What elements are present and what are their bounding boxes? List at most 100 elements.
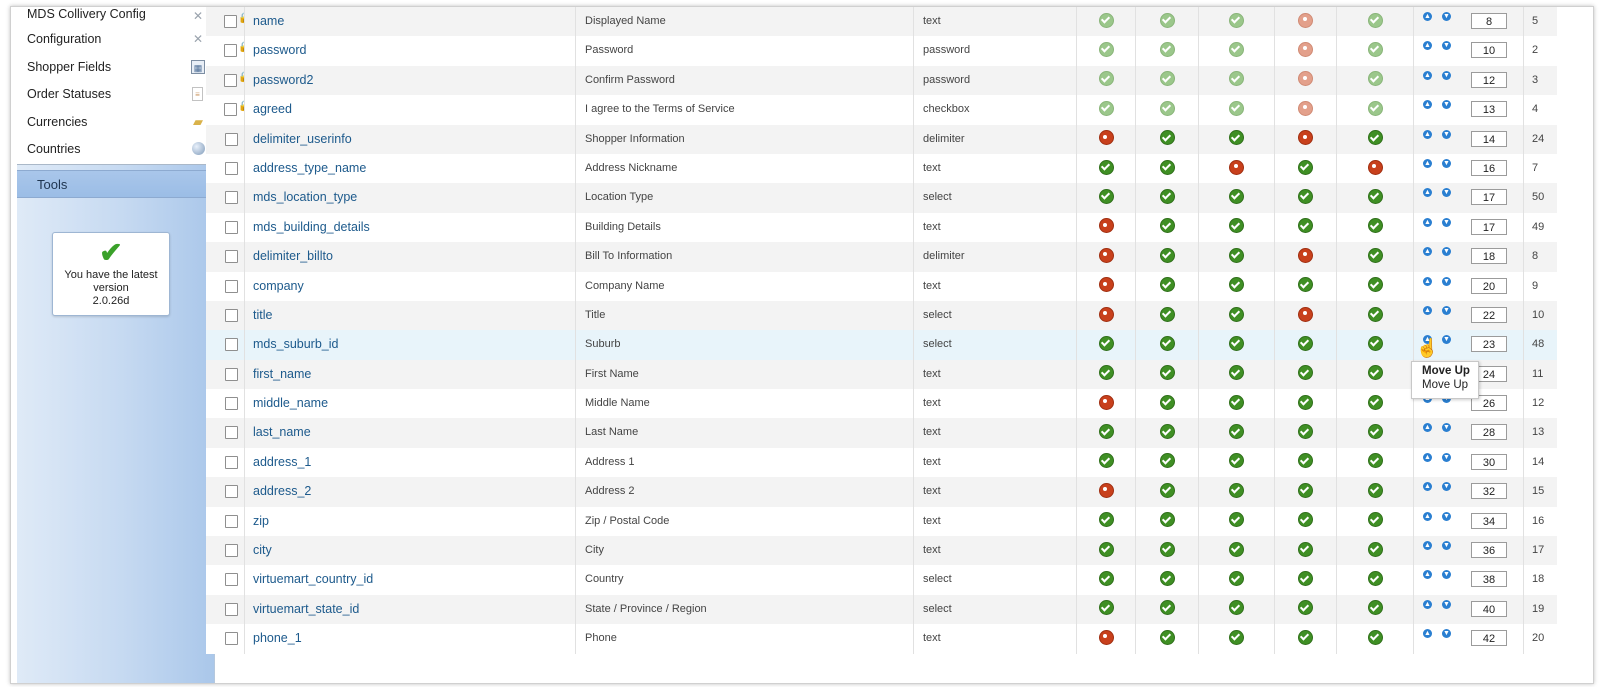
field-name-link[interactable]: delimiter_userinfo [245,124,576,154]
row-checkbox[interactable] [225,367,238,381]
row-checkbox[interactable] [225,573,238,587]
move-up-icon[interactable]: ▲ [1423,129,1432,139]
check-icon[interactable] [1098,424,1114,440]
ordering-input[interactable]: 42 [1471,630,1507,647]
check-icon[interactable] [1367,218,1383,234]
sidebar-item-configuration[interactable]: Configuration ✕ [17,26,214,54]
table-row[interactable]: 🔒passwordPasswordpassword▲▼102 [206,36,1557,66]
move-down-icon[interactable]: ▼ [1442,335,1451,345]
ordering-input[interactable]: 32 [1471,483,1507,500]
check-icon[interactable] [1159,306,1175,322]
sidebar-item-shopper-fields[interactable]: Shopper Fields ▦ [17,54,214,81]
field-name-link[interactable]: delimiter_billto [245,242,576,272]
move-down-icon[interactable]: ▼ [1442,305,1451,315]
table-row[interactable]: zip Zip / Postal Code text ▲ ▼ 34 16 [206,506,1557,537]
move-up-icon[interactable]: ▲ [1423,423,1432,433]
sidebar-item-order-statuses[interactable]: Order Statuses ≡ [17,81,214,109]
check-icon[interactable] [1229,482,1244,498]
check-icon[interactable] [1229,335,1244,351]
row-checkbox[interactable] [224,103,237,117]
row-checkbox[interactable] [225,544,238,558]
sidebar-item-currencies[interactable]: Currencies ▰ [17,109,214,136]
move-up-icon[interactable]: ▲ [1423,217,1432,227]
check-icon[interactable] [1367,277,1383,293]
table-row[interactable]: address_2 Address 2 text ▲ ▼ 32 15 [206,477,1557,507]
ordering-input[interactable]: 40 [1471,600,1507,617]
check-icon[interactable] [1159,600,1175,616]
check-icon[interactable] [1229,394,1244,410]
table-row[interactable]: last_name Last Name text ▲ ▼ 28 13 [206,418,1557,448]
row-checkbox[interactable] [224,15,237,28]
ordering-input[interactable]: 36 [1471,542,1507,559]
move-up-icon[interactable]: ▲ [1423,41,1432,51]
move-down-icon[interactable]: ▼ [1442,276,1451,286]
check-icon[interactable] [1298,424,1313,440]
move-up-icon[interactable]: ▲ [1423,276,1432,286]
check-icon[interactable] [1229,277,1244,293]
check-icon[interactable] [1298,453,1313,469]
table-row[interactable]: delimiter_billto Bill To Information delim… [206,242,1557,272]
field-name-link[interactable]: mds_location_type [245,183,576,213]
check-icon[interactable] [1298,365,1313,381]
field-name-link[interactable]: city [245,536,576,566]
row-checkbox[interactable] [225,338,238,352]
field-name-link[interactable]: address_2 [245,477,576,507]
check-icon[interactable] [1229,629,1244,645]
field-name-link[interactable]: name [245,7,576,37]
check-icon[interactable] [1298,188,1313,204]
check-icon[interactable] [1229,541,1244,557]
table-row[interactable]: address_1 Address 1 text ▲ ▼ 30 14 [206,447,1557,478]
check-icon[interactable] [1367,541,1383,557]
check-icon[interactable] [1298,571,1313,587]
field-name-link[interactable]: password2 [245,65,576,96]
table-row[interactable]: middle_nameMiddle Nametext▲▼2612 [206,389,1557,419]
table-row[interactable]: phone_1 Phone text ▲ ▼ 42 20 [206,624,1557,654]
check-icon[interactable] [1159,571,1175,587]
check-icon[interactable] [1229,600,1244,616]
check-icon[interactable] [1098,571,1114,587]
check-icon[interactable] [1229,218,1244,234]
field-name-link[interactable]: virtuemart_country_id [245,565,576,595]
ordering-input[interactable]: 8 [1471,13,1507,29]
move-up-icon[interactable]: ▲ [1423,70,1432,80]
disabled-icon[interactable] [1098,482,1114,498]
move-up-icon[interactable]: ▲ [1423,541,1432,551]
move-down-icon[interactable]: ▼ [1442,188,1451,198]
check-icon[interactable] [1367,482,1383,498]
row-checkbox[interactable] [225,161,238,175]
move-down-icon[interactable]: ▼ [1442,599,1451,609]
field-name-link[interactable]: first_name [245,359,576,390]
move-down-icon[interactable]: ▼ [1442,452,1451,462]
ordering-input[interactable]: 28 [1471,424,1507,441]
ordering-input[interactable]: 13 [1471,101,1507,118]
check-icon[interactable] [1159,629,1175,645]
check-icon[interactable] [1229,365,1244,381]
row-checkbox[interactable] [225,426,238,440]
table-row[interactable]: mds_location_type Location Type select ▲ ▼ 17… [206,183,1557,213]
move-down-icon[interactable]: ▼ [1442,629,1451,639]
check-icon[interactable] [1098,335,1114,351]
check-icon[interactable] [1098,600,1114,616]
move-up-icon[interactable]: ▲ [1423,599,1432,609]
scrollbar-track[interactable] [1566,7,1593,683]
table-row[interactable]: 🔒password2Confirm Passwordpassword ▲ ▼ 12 3 [206,65,1557,96]
row-checkbox[interactable] [225,485,238,499]
ordering-input[interactable]: 30 [1471,453,1507,470]
table-row[interactable]: virtuemart_country_id Country select ▲ ▼ 38 18 [206,565,1557,595]
row-checkbox[interactable] [225,308,238,322]
sidebar-section-tools[interactable]: Tools [17,170,214,198]
table-row[interactable]: 🔒nameDisplayed Nametext ▲ ▼ 8 5 [206,7,1557,37]
disabled-icon[interactable] [1098,218,1114,234]
check-icon[interactable] [1367,424,1383,440]
move-up-icon[interactable]: ▲ [1423,629,1432,639]
move-down-icon[interactable]: ▼ [1442,482,1451,492]
check-icon[interactable] [1229,188,1244,204]
field-name-link[interactable]: password [245,36,576,66]
field-name-link[interactable]: middle_name [245,389,576,419]
ordering-input[interactable]: 34 [1471,512,1507,529]
ordering-input[interactable]: 17 [1471,189,1507,206]
check-icon[interactable] [1367,306,1383,322]
check-icon[interactable] [1367,394,1383,410]
move-down-icon[interactable]: ▼ [1442,158,1451,168]
check-icon[interactable] [1229,130,1244,146]
